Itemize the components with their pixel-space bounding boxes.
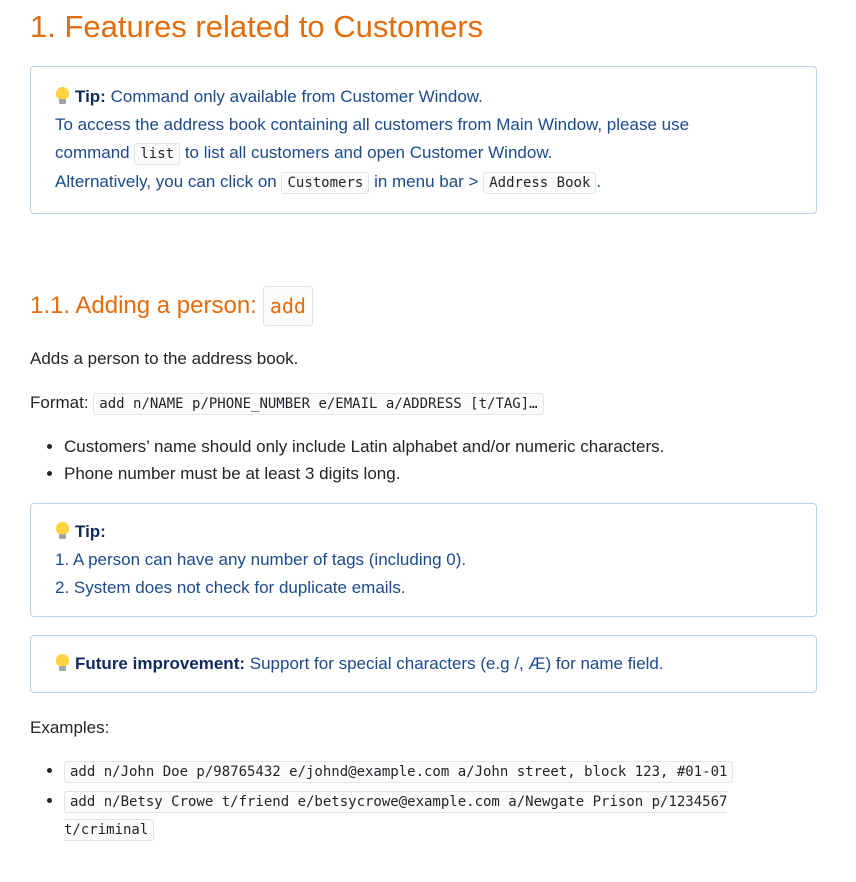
tip-line-4: Alternatively, you can click on Customer… (55, 168, 792, 197)
list-item: add n/Betsy Crowe t/friend e/betsycrowe@… (64, 787, 817, 843)
description: Adds a person to the address book. (30, 349, 299, 368)
list-item: Phone number must be at least 3 digits l… (64, 460, 817, 487)
customers-menu-code: Customers (281, 172, 370, 194)
tip-line-4-post: . (596, 172, 602, 191)
example-code: add n/John Doe p/98765432 e/johnd@exampl… (64, 761, 734, 783)
tip-label: Tip: (75, 87, 106, 106)
tip-line-3: command list to list all customers and o… (55, 139, 792, 168)
subsection-title-text: 1.1. Adding a person: (30, 292, 257, 319)
tip2-item: 1. A person can have any number of tags … (55, 550, 467, 569)
tip-line-1: Command only available from Customer Win… (110, 87, 483, 106)
lightbulb-icon (55, 87, 69, 105)
tip-line-3-pre: command (55, 143, 130, 162)
lightbulb-icon (55, 654, 69, 672)
tip-line-2: To access the address book containing al… (55, 115, 690, 134)
tip-line-3-post: to list all customers and open Customer … (184, 143, 553, 162)
list-item: add n/John Doe p/98765432 e/johnd@exampl… (64, 757, 817, 785)
format-label: Format: (30, 393, 89, 412)
future-label: Future improvement: (75, 654, 246, 673)
future-text: Support for special characters (e.g /, Æ… (249, 654, 664, 673)
page: 1. Features related to Customers Tip: Co… (0, 0, 856, 843)
lightbulb-icon (55, 522, 69, 540)
examples-label: Examples: (30, 718, 110, 737)
list-item: Customers’ name should only include Lati… (64, 433, 817, 460)
address-book-menu-code: Address Book (483, 172, 597, 194)
section-title: 1. Features related to Customers (30, 9, 484, 44)
tip2-header-line: Tip: (55, 518, 792, 546)
tip2-item: 2. System does not check for duplicate e… (55, 578, 406, 597)
constraints-list: Customers’ name should only include Lati… (30, 433, 817, 487)
list-command-code: list (134, 143, 181, 165)
format-code: add n/NAME p/PHONE_NUMBER e/EMAIL a/ADDR… (93, 393, 544, 415)
tip-box-2: Tip: 1. A person can have any number of … (30, 503, 817, 617)
tip2-label: Tip: (75, 522, 106, 541)
tip-line-4-pre: Alternatively, you can click on (55, 172, 277, 191)
future-improvement-box: Future improvement: Support for special … (30, 635, 817, 693)
subsection-title: 1.1. Adding a person: add (30, 286, 817, 326)
format-line: Format: add n/NAME p/PHONE_NUMBER e/EMAI… (30, 390, 817, 417)
tip-header-line: Tip: Command only available from Custome… (55, 83, 792, 111)
subsection-title-code: add (262, 286, 313, 326)
tip-line-4-mid: in menu bar > (374, 172, 479, 191)
example-code: add n/Betsy Crowe t/friend e/betsycrowe@… (64, 791, 728, 841)
tip-box: Tip: Command only available from Custome… (30, 66, 817, 214)
examples-list: add n/John Doe p/98765432 e/johnd@exampl… (30, 757, 817, 843)
